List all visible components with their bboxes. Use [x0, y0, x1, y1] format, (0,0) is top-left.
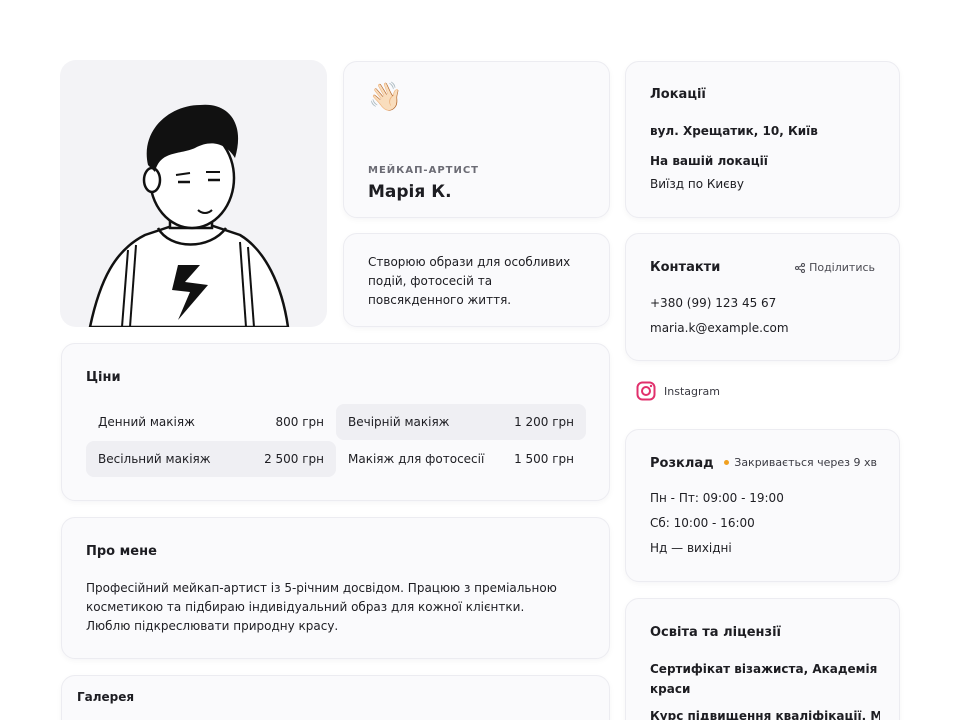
profile-name: Марія К. [368, 182, 452, 202]
wave-icon: 👋🏻 [368, 80, 403, 113]
price-value: 2 500 грн [264, 452, 324, 466]
profile-bio: Створюю образи для особливих подій, фото… [368, 255, 571, 307]
price-item: Весільний макіяж 2 500 грн [86, 441, 336, 477]
schedule-row: Сб: 10:00 - 16:00 [650, 516, 755, 530]
instagram-label: Instagram [664, 384, 720, 398]
profile-role: МЕЙКАП-АРТИСТ [368, 165, 480, 176]
schedule-row: Нд — вихідні [650, 541, 732, 555]
prices-card: Ціни Денний макіяж 800 грн Вечірній макі… [61, 343, 610, 501]
price-label: Денний макіяж [98, 415, 195, 429]
schedule-status: Закривається через 9 хв [724, 456, 877, 469]
locations-title: Локації [650, 87, 706, 102]
contacts-title: Контакти [650, 260, 721, 275]
price-label: Весільний макіяж [98, 452, 211, 466]
price-item: Денний макіяж 800 грн [86, 404, 336, 440]
contact-phone[interactable]: +380 (99) 123 45 67 [650, 296, 776, 310]
contacts-card: Контакти Поділитись +380 (99) 123 45 67 … [625, 233, 900, 361]
education-item: Сертифікат візажиста, Академія краси [650, 662, 878, 696]
instagram-icon [636, 381, 656, 401]
locations-card: Локації вул. Хрещатик, 10, Київ На вашій… [625, 61, 900, 218]
location-yours: На вашій локації [650, 154, 768, 168]
about-title: Про мене [86, 544, 157, 559]
schedule-card: Розклад Закривається через 9 хв Пн - Пт:… [625, 429, 900, 582]
bio-card: Створюю образи для особливих подій, фото… [343, 233, 610, 327]
gallery-title: Галерея [77, 690, 135, 704]
price-value: 1 500 грн [514, 452, 574, 466]
contact-email[interactable]: maria.k@example.com [650, 321, 789, 335]
price-value: 800 грн [275, 415, 325, 429]
education-item: Курс підвищення кваліфікації, Make [650, 709, 880, 720]
education-card: Освіта та ліцензії Сертифікат візажиста,… [625, 598, 900, 720]
price-label: Макіяж для фотосесії [348, 452, 485, 466]
education-title: Освіта та ліцензії [650, 625, 781, 640]
price-label: Вечірній макіяж [348, 415, 450, 429]
instagram-link[interactable]: Instagram [636, 381, 720, 401]
price-item: Вечірній макіяж 1 200 грн [336, 404, 586, 440]
about-card: Про мене Професійний мейкап-артист із 5-… [61, 517, 610, 659]
price-value: 1 200 грн [514, 415, 574, 429]
share-label: Поділитись [809, 261, 875, 274]
avatar-illustration [88, 104, 290, 327]
price-item: Макіяж для фотосесії 1 500 грн [336, 441, 586, 477]
prices-title: Ціни [86, 370, 121, 385]
share-icon [795, 262, 806, 273]
location-address: вул. Хрещатик, 10, Київ [650, 124, 818, 138]
profile-name-card: 👋🏻 МЕЙКАП-АРТИСТ Марія К. [343, 61, 610, 218]
avatar [60, 60, 327, 327]
schedule-status-text: Закривається через 9 хв [734, 456, 877, 469]
share-button[interactable]: Поділитись [795, 261, 875, 274]
gallery-card: Галерея [61, 675, 610, 720]
schedule-title: Розклад [650, 456, 714, 471]
schedule-row: Пн - Пт: 09:00 - 19:00 [650, 491, 784, 505]
location-travel: Виїзд по Києву [650, 177, 744, 191]
status-dot-icon [724, 460, 730, 465]
about-text: Професійний мейкап-артист із 5-річним до… [86, 581, 557, 633]
